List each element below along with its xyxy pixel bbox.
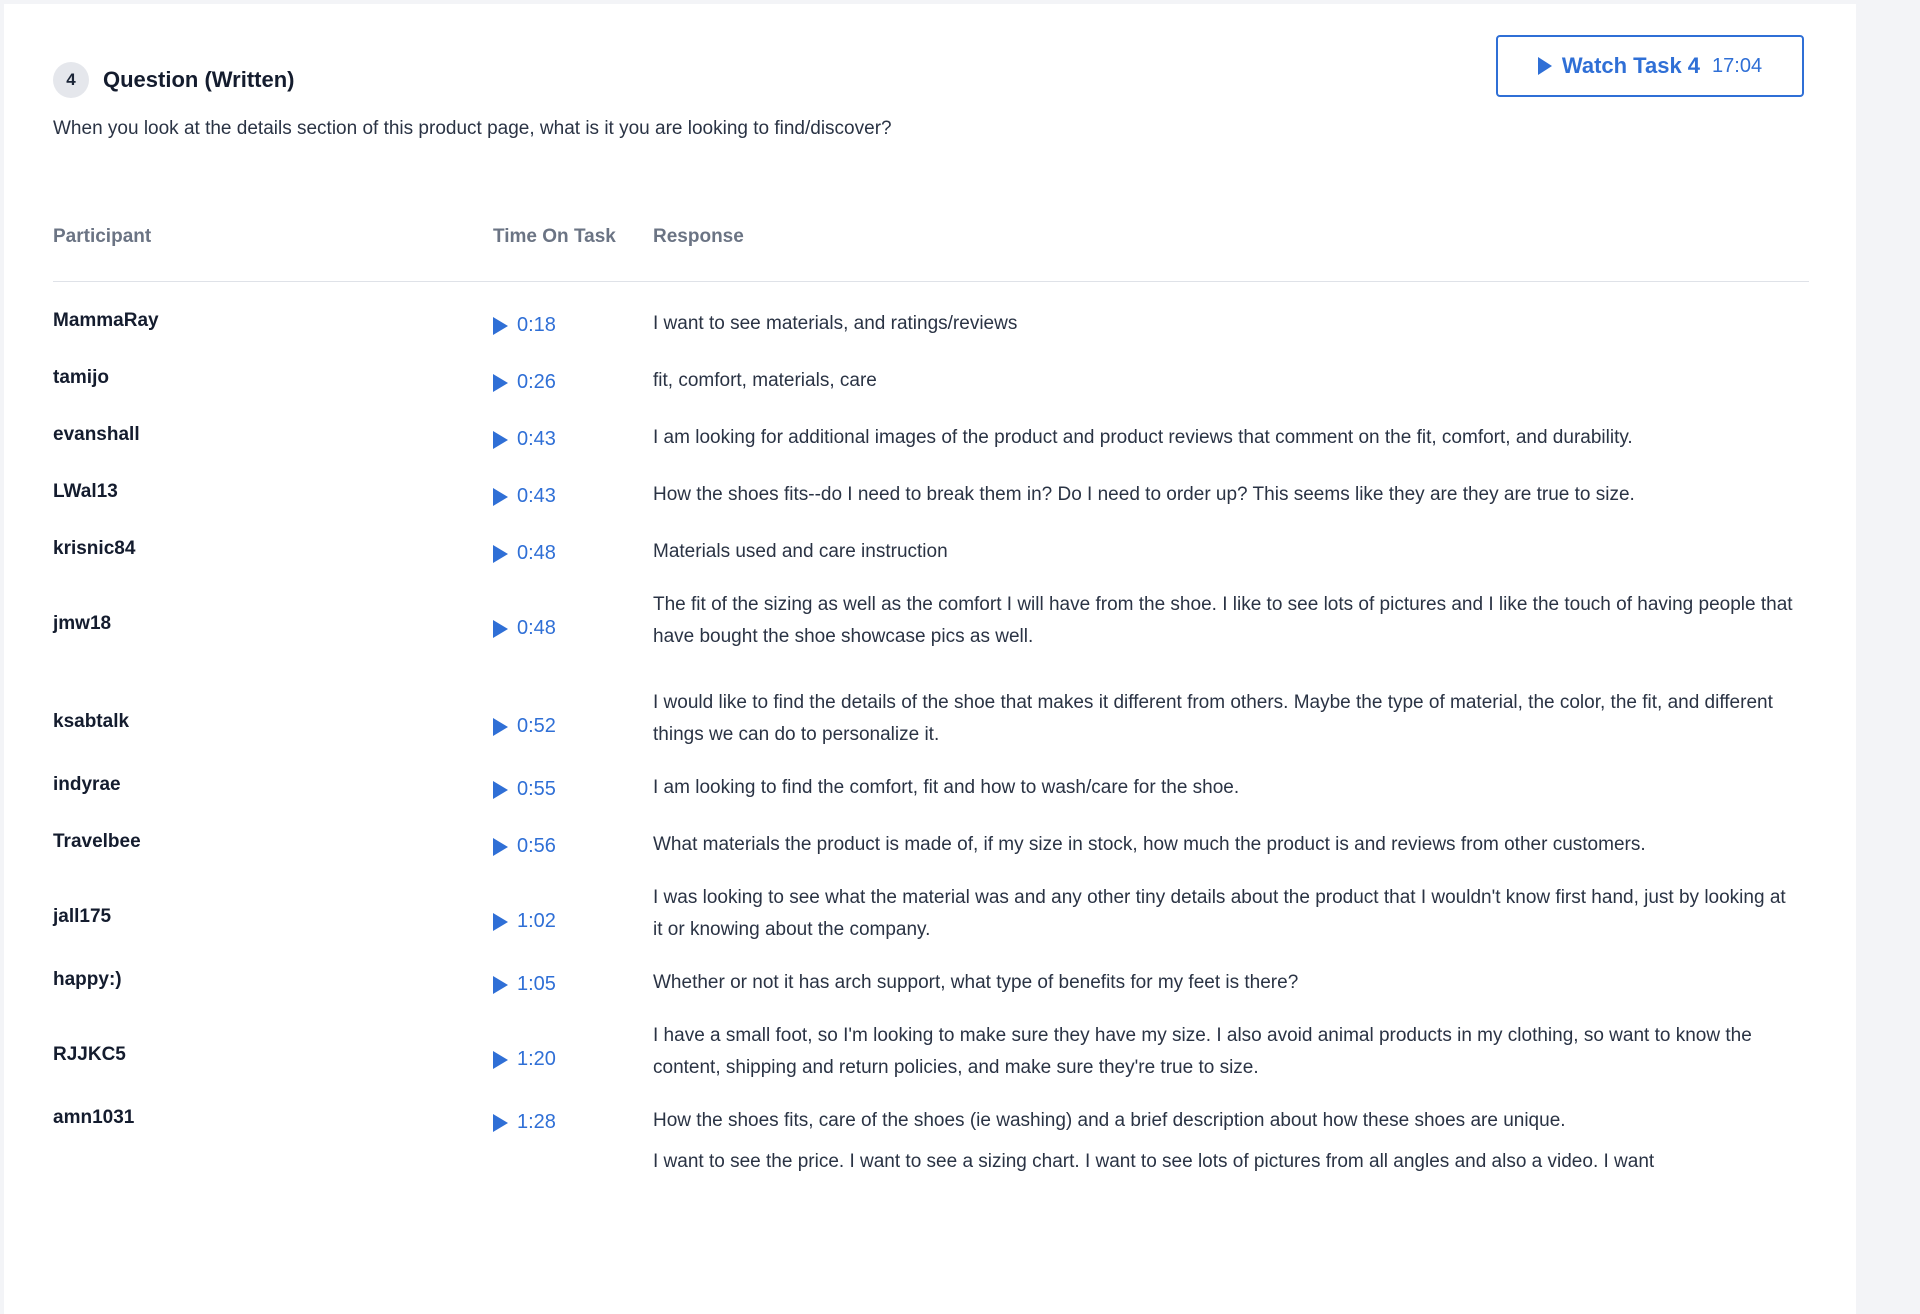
play-icon bbox=[1537, 57, 1552, 75]
participant-name[interactable]: indyrae bbox=[53, 774, 121, 796]
time-on-task-value: 0:43 bbox=[517, 428, 556, 450]
play-icon bbox=[493, 780, 508, 799]
participant-name[interactable]: ksabtalk bbox=[53, 711, 129, 733]
response-text: Whether or not it has arch support, what… bbox=[653, 972, 1299, 993]
play-icon bbox=[493, 837, 508, 856]
play-clip-link[interactable]: 1:02 bbox=[493, 910, 556, 933]
column-header-time-on-task[interactable]: Time On Task bbox=[493, 226, 616, 248]
time-on-task-value: 0:48 bbox=[517, 542, 556, 564]
table-row: LWal13 0:43 How the shoes fits--do I need … bbox=[53, 467, 1809, 524]
response-text: The fit of the sizing as well as the com… bbox=[653, 594, 1793, 647]
participant-name[interactable]: Travelbee bbox=[53, 831, 141, 853]
response-text: I am looking to find the comfort, fit an… bbox=[653, 777, 1240, 798]
play-icon bbox=[493, 975, 508, 994]
column-header-participant[interactable]: Participant bbox=[53, 226, 151, 248]
participant-name[interactable]: tamijo bbox=[53, 367, 109, 389]
task-panel: 4 Question (Written) Watch Task 4 17:04 … bbox=[4, 4, 1856, 1314]
play-clip-link[interactable]: 1:05 bbox=[493, 973, 556, 996]
play-clip-link[interactable]: 0:18 bbox=[493, 314, 556, 337]
participant-name[interactable]: LWal13 bbox=[53, 481, 118, 503]
time-on-task-value: 1:28 bbox=[517, 1111, 556, 1133]
response-text: How the shoes fits, care of the shoes (i… bbox=[653, 1110, 1566, 1131]
play-clip-link[interactable]: 0:55 bbox=[493, 778, 556, 801]
time-on-task-value: 1:02 bbox=[517, 910, 556, 932]
response-text: I would like to find the details of the … bbox=[653, 692, 1773, 745]
table-row: Travelbee 0:56 What materials the product … bbox=[53, 817, 1809, 874]
table-row: jall175 1:02 I was looking to see what the… bbox=[53, 882, 1809, 955]
time-on-task-value: 0:56 bbox=[517, 835, 556, 857]
response-text: I was looking to see what the material w… bbox=[653, 887, 1786, 940]
response-text: I am looking for additional images of th… bbox=[653, 427, 1633, 448]
participant-name[interactable]: RJJKC5 bbox=[53, 1044, 126, 1066]
time-on-task-value: 0:52 bbox=[517, 715, 556, 737]
question-text: When you look at the details section of … bbox=[53, 118, 892, 139]
table-row: jmw18 0:48 The fit of the sizing as well a… bbox=[53, 589, 1809, 679]
play-icon bbox=[493, 717, 508, 736]
play-icon bbox=[493, 373, 508, 392]
play-clip-link[interactable]: 0:26 bbox=[493, 371, 556, 394]
response-text: How the shoes fits--do I need to break t… bbox=[653, 484, 1635, 505]
table-row: happy:) 1:05 Whether or not it has arch su… bbox=[53, 955, 1809, 1012]
table-row: indyrae 0:55 I am looking to find the comf… bbox=[53, 760, 1809, 817]
play-clip-link[interactable]: 1:20 bbox=[493, 1048, 556, 1071]
play-icon bbox=[493, 1113, 508, 1132]
play-icon bbox=[493, 487, 508, 506]
task-number-badge: 4 bbox=[53, 62, 89, 98]
participant-name[interactable]: evanshall bbox=[53, 424, 140, 446]
watch-task-button[interactable]: Watch Task 4 17:04 bbox=[1496, 35, 1804, 97]
play-clip-link[interactable]: 0:48 bbox=[493, 542, 556, 565]
play-icon bbox=[493, 619, 508, 638]
table-row: MammaRay 0:18 I want to see materials, and… bbox=[53, 296, 1809, 353]
time-on-task-value: 0:48 bbox=[517, 617, 556, 639]
response-text: fit, comfort, materials, care bbox=[653, 370, 877, 391]
table-row: RJJKC5 1:20 I have a small foot, so I'm lo… bbox=[53, 1020, 1809, 1093]
task-header: 4 Question (Written) bbox=[53, 62, 294, 98]
time-on-task-value: 1:05 bbox=[517, 973, 556, 995]
time-on-task-value: 0:26 bbox=[517, 371, 556, 393]
time-on-task-value: 0:55 bbox=[517, 778, 556, 800]
response-text: I want to see materials, and ratings/rev… bbox=[653, 313, 1018, 334]
table-row: amn1031 1:28 How the shoes fits, care of t… bbox=[53, 1093, 1809, 1146]
play-clip-link[interactable]: 0:48 bbox=[493, 617, 556, 640]
table-row: tamijo 0:26 fit, comfort, materials, care bbox=[53, 353, 1809, 410]
play-clip-link[interactable]: 0:43 bbox=[493, 428, 556, 451]
table-row: ksabtalk 0:52 I would like to find the det… bbox=[53, 687, 1809, 760]
participant-name[interactable]: happy:) bbox=[53, 969, 122, 991]
table-row: I want to see the price. I want to see a… bbox=[53, 1146, 1809, 1236]
response-text: Materials used and care instruction bbox=[653, 541, 948, 562]
participant-name[interactable]: krisnic84 bbox=[53, 538, 135, 560]
time-on-task-value: 1:20 bbox=[517, 1048, 556, 1070]
time-on-task-value: 0:18 bbox=[517, 314, 556, 336]
play-icon bbox=[493, 544, 508, 563]
play-icon bbox=[493, 912, 508, 931]
response-text: I have a small foot, so I'm looking to m… bbox=[653, 1025, 1752, 1078]
participant-name[interactable]: amn1031 bbox=[53, 1107, 134, 1129]
play-clip-link[interactable]: 0:52 bbox=[493, 715, 556, 738]
watch-task-label: Watch Task 4 bbox=[1561, 53, 1701, 78]
response-text: What materials the product is made of, i… bbox=[653, 834, 1646, 855]
play-clip-link[interactable]: 0:43 bbox=[493, 485, 556, 508]
play-icon bbox=[493, 1050, 508, 1069]
response-table: MammaRay 0:18 I want to see materials, and… bbox=[53, 296, 1809, 1236]
task-title: Question (Written) bbox=[103, 67, 295, 92]
column-header-response[interactable]: Response bbox=[653, 226, 744, 248]
time-on-task-value: 0:43 bbox=[517, 485, 556, 507]
table-row: evanshall 0:43 I am looking for additional… bbox=[53, 410, 1809, 467]
participant-name[interactable]: jall175 bbox=[53, 906, 111, 928]
table-header: Participant Time On Task Response bbox=[53, 226, 1809, 282]
participant-name[interactable]: jmw18 bbox=[53, 613, 111, 635]
watch-task-duration: 17:04 bbox=[1712, 54, 1763, 77]
play-clip-link[interactable]: 0:56 bbox=[493, 835, 556, 858]
play-icon bbox=[493, 316, 508, 335]
table-row: krisnic84 0:48 Materials used and care ins… bbox=[53, 524, 1809, 581]
play-clip-link[interactable]: 1:28 bbox=[493, 1111, 556, 1134]
participant-name[interactable]: MammaRay bbox=[53, 310, 159, 332]
response-text: I want to see the price. I want to see a… bbox=[653, 1151, 1655, 1172]
play-icon bbox=[493, 430, 508, 449]
